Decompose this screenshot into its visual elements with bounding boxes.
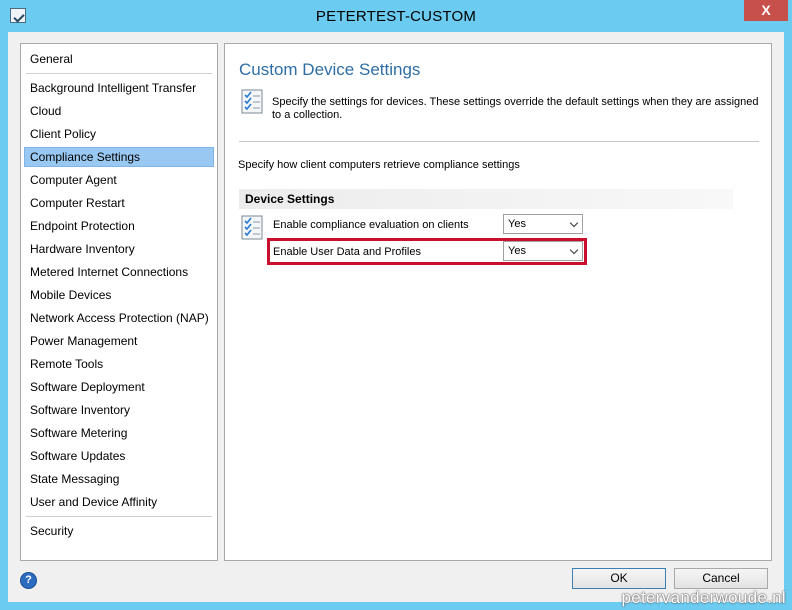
settings-checklist-icon <box>241 215 263 240</box>
sidebar-item-software-metering[interactable]: Software Metering <box>24 423 214 443</box>
section-divider <box>239 141 759 142</box>
title-bar[interactable]: PETERTEST-CUSTOM X <box>0 0 792 32</box>
sidebar-item-software-deployment[interactable]: Software Deployment <box>24 377 214 397</box>
sidebar-item-software-inventory[interactable]: Software Inventory <box>24 400 214 420</box>
sidebar-item-cloud[interactable]: Cloud <box>24 101 214 121</box>
sidebar-divider <box>26 516 212 517</box>
settings-category-list: General Background Intelligent Transfer … <box>20 43 218 561</box>
dropdown-value: Yes <box>508 218 526 230</box>
ok-button[interactable]: OK <box>572 568 666 589</box>
sidebar-item-metered-internet-connections[interactable]: Metered Internet Connections <box>24 262 214 282</box>
sidebar-item-client-policy[interactable]: Client Policy <box>24 124 214 144</box>
sidebar-item-network-access-protection[interactable]: Network Access Protection (NAP) <box>24 308 214 328</box>
page-description: Specify the settings for devices. These … <box>272 96 759 121</box>
sidebar-item-background-intelligent-transfer[interactable]: Background Intelligent Transfer <box>24 78 214 98</box>
sidebar-item-state-messaging[interactable]: State Messaging <box>24 469 214 489</box>
dialog-window: PETERTEST-CUSTOM X General Background In… <box>0 0 792 610</box>
sidebar-item-computer-restart[interactable]: Computer Restart <box>24 193 214 213</box>
window-title: PETERTEST-CUSTOM <box>315 8 477 25</box>
sidebar-item-power-management[interactable]: Power Management <box>24 331 214 351</box>
settings-detail-pane: Custom Device Settings Specify the setti… <box>224 43 772 561</box>
settings-checklist-icon <box>241 89 263 114</box>
sidebar-item-endpoint-protection[interactable]: Endpoint Protection <box>24 216 214 236</box>
sidebar-item-user-and-device-affinity[interactable]: User and Device Affinity <box>24 492 214 512</box>
sidebar-item-compliance-settings[interactable]: Compliance Settings <box>24 147 214 167</box>
sidebar-item-hardware-inventory[interactable]: Hardware Inventory <box>24 239 214 259</box>
setting-label-compliance-evaluation: Enable compliance evaluation on clients <box>273 219 469 231</box>
sidebar-item-computer-agent[interactable]: Computer Agent <box>24 170 214 190</box>
sidebar-item-general[interactable]: General <box>24 49 214 69</box>
highlight-box <box>267 238 587 265</box>
sidebar-item-mobile-devices[interactable]: Mobile Devices <box>24 285 214 305</box>
cancel-button[interactable]: Cancel <box>674 568 768 589</box>
sidebar-divider <box>26 73 212 74</box>
watermark-text: petervanderwoude.nl <box>621 588 786 607</box>
page-title: Custom Device Settings <box>239 60 421 79</box>
chevron-down-icon <box>569 218 579 228</box>
section-description: Specify how client computers retrieve co… <box>238 159 520 171</box>
close-button[interactable]: X <box>744 0 788 21</box>
dialog-client-area: General Background Intelligent Transfer … <box>8 32 784 602</box>
sidebar-item-security[interactable]: Security <box>24 521 214 541</box>
device-settings-header: Device Settings <box>239 189 733 209</box>
sidebar-item-remote-tools[interactable]: Remote Tools <box>24 354 214 374</box>
compliance-evaluation-dropdown[interactable]: Yes <box>503 214 583 234</box>
sidebar-item-software-updates[interactable]: Software Updates <box>24 446 214 466</box>
help-icon[interactable]: ? <box>20 572 37 589</box>
